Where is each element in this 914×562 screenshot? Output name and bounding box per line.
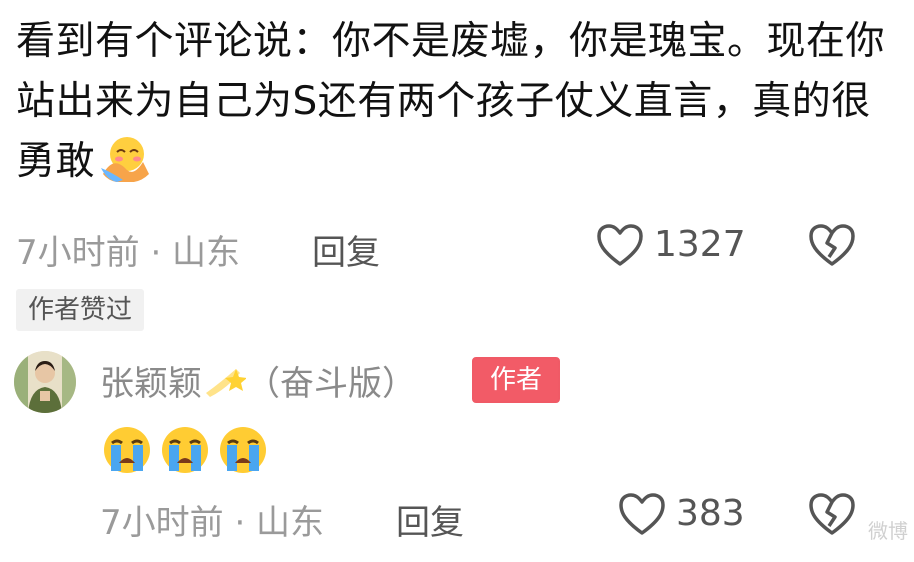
comment-text: 看到有个评论说：你不是废墟，你是瑰宝。现在你站出来为自己为S还有两个孩子仗义直言… <box>16 19 886 184</box>
liked-by-author-badge: 作者赞过 <box>16 289 145 331</box>
reply-time-location: 7小时前 · 山东 <box>100 503 325 543</box>
reply-reply-button[interactable]: 回复 <box>396 495 464 544</box>
crying-face-icon <box>220 427 266 473</box>
author-tag: 作者 <box>472 357 560 403</box>
hug-face-emoji-icon <box>101 137 150 182</box>
crying-face-icon <box>104 427 150 473</box>
comment-time-location: 7小时前 · 山东 <box>16 233 241 273</box>
crying-emoji-row <box>100 425 274 475</box>
broken-heart-icon[interactable] <box>808 492 856 536</box>
heart-outline-icon[interactable] <box>618 492 666 536</box>
comment-reply-button[interactable]: 回复 <box>312 225 380 274</box>
avatar[interactable] <box>14 351 76 413</box>
avatar-image-icon <box>14 351 76 413</box>
reply-like-count: 383 <box>676 493 745 534</box>
heart-outline-icon[interactable] <box>596 223 644 267</box>
broken-heart-icon[interactable] <box>808 223 856 267</box>
watermark: 微博 <box>868 519 908 543</box>
crying-face-icon <box>162 427 208 473</box>
sparkle-star-icon <box>206 369 247 397</box>
comment-like-count: 1327 <box>654 224 746 265</box>
author-username[interactable]: 张颖颖 （奋斗版） <box>100 356 416 405</box>
